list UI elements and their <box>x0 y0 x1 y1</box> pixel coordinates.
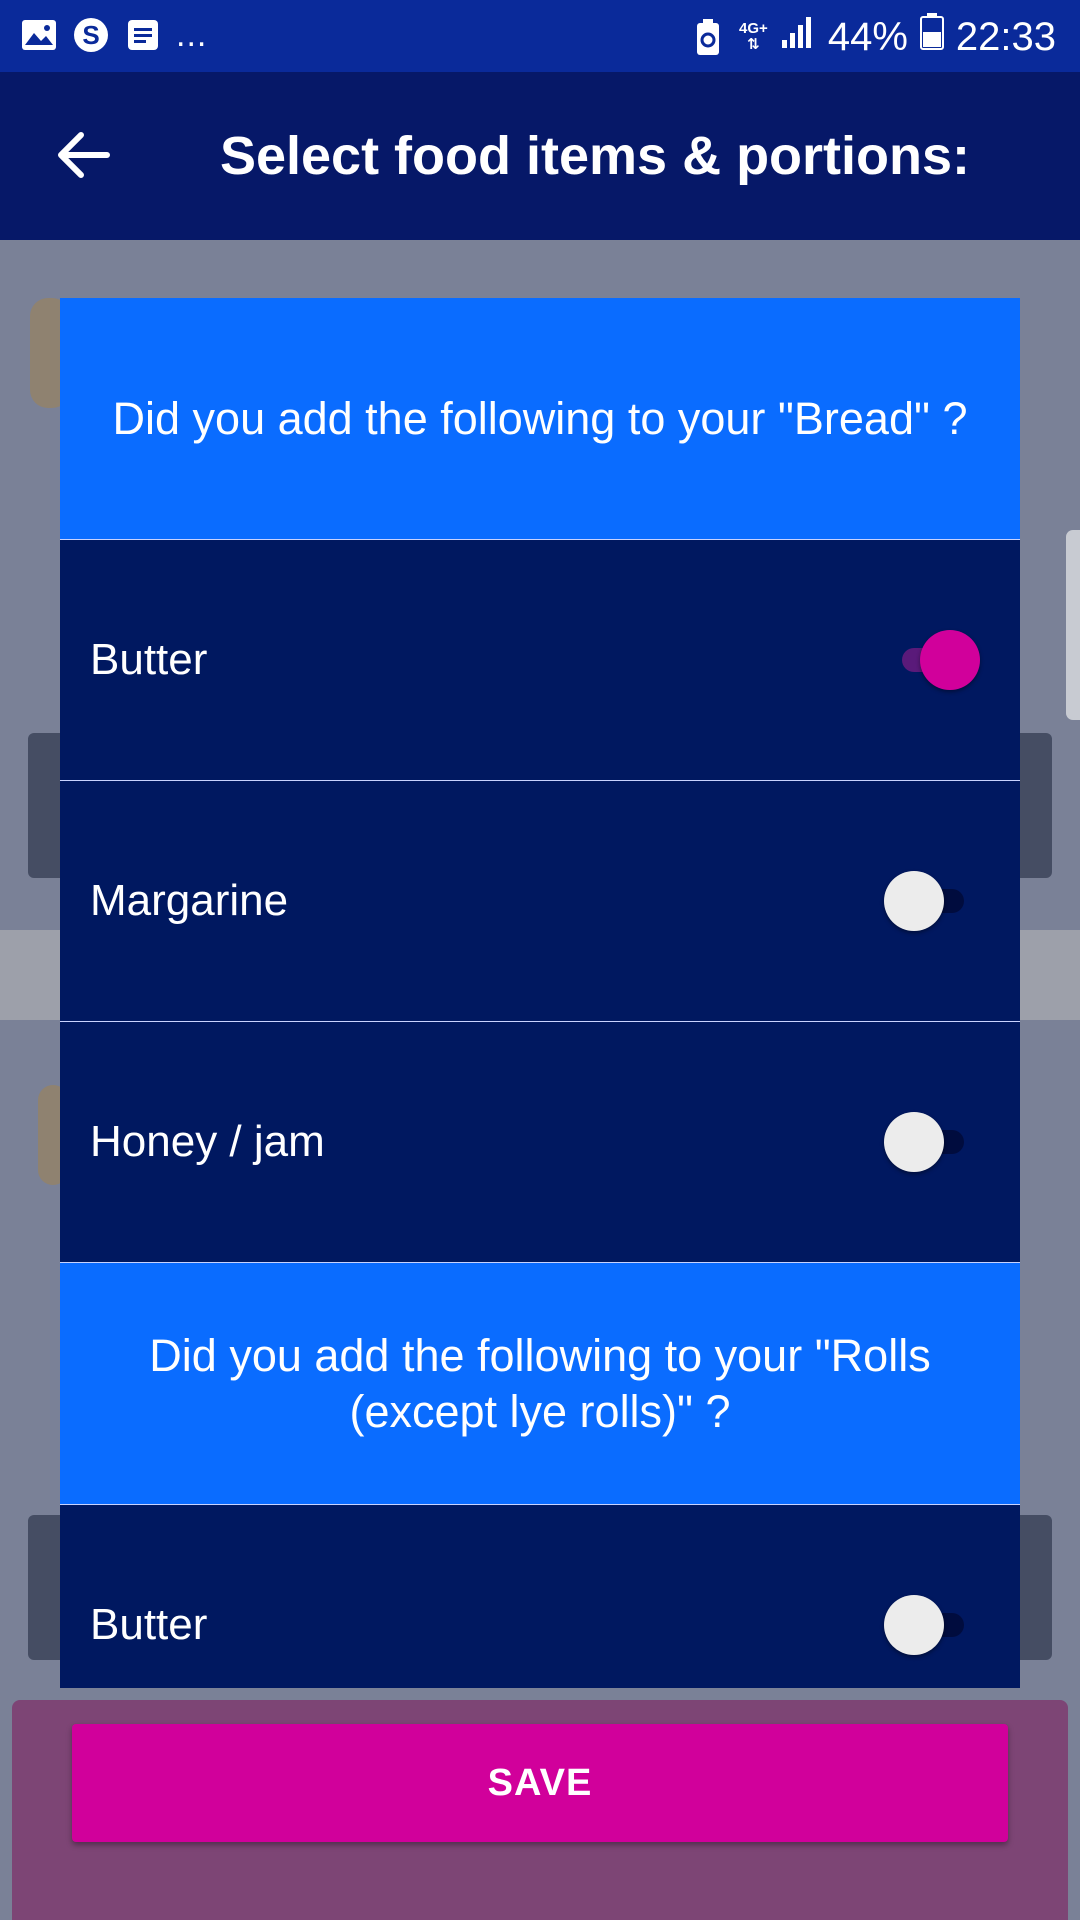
toggle-knob <box>884 1595 944 1655</box>
option-row[interactable]: Margarine <box>60 781 1020 1022</box>
save-button[interactable]: SAVE <box>72 1724 1008 1842</box>
signal-icon <box>780 13 816 61</box>
svg-text:S: S <box>82 20 99 50</box>
condiments-dialog: Did you add the following to your "Bread… <box>60 298 1020 1688</box>
notes-icon <box>124 16 162 54</box>
app-bar: Select food items & portions: <box>0 72 1080 240</box>
toggle-switch[interactable] <box>884 1595 980 1655</box>
option-row[interactable]: Butter <box>60 1505 1020 1688</box>
question-header: Did you add the following to your "Bread… <box>60 298 1020 540</box>
option-label: Margarine <box>90 876 289 925</box>
toggle-switch[interactable] <box>884 1112 980 1172</box>
page-title: Select food items & portions: <box>219 126 971 186</box>
back-arrow-icon <box>55 131 111 184</box>
question-header: Did you add the following to your "Rolls… <box>60 1263 1020 1505</box>
clock: 22:33 <box>955 14 1056 59</box>
option-label: Butter <box>90 1600 208 1649</box>
toggle-knob <box>884 871 944 931</box>
status-bar: S ... 4G+ ⇅ 44% 22:33 <box>0 0 1080 72</box>
skype-icon: S <box>72 16 110 54</box>
battery-saver-icon <box>689 18 727 56</box>
back-button[interactable] <box>48 122 118 192</box>
gallery-icon <box>20 16 58 54</box>
option-row[interactable]: Honey / jam <box>60 1022 1020 1263</box>
toggle-switch[interactable] <box>884 630 980 690</box>
system-status: 4G+ ⇅ 44% 22:33 <box>689 12 1056 61</box>
battery-icon <box>919 12 944 61</box>
option-row[interactable]: Butter <box>60 540 1020 781</box>
network-type: 4G+ ⇅ <box>739 19 768 53</box>
save-panel: SAVE <box>12 1700 1068 1920</box>
toggle-knob <box>920 630 980 690</box>
battery-percent: 44% <box>827 14 908 59</box>
option-label: Honey / jam <box>90 1117 325 1166</box>
toggle-switch[interactable] <box>884 871 980 931</box>
background-scrollbar <box>1066 530 1080 720</box>
notification-icons: S ... <box>20 16 207 54</box>
toggle-knob <box>884 1112 944 1172</box>
option-label: Butter <box>90 635 208 684</box>
more-notifications: ... <box>176 16 208 54</box>
